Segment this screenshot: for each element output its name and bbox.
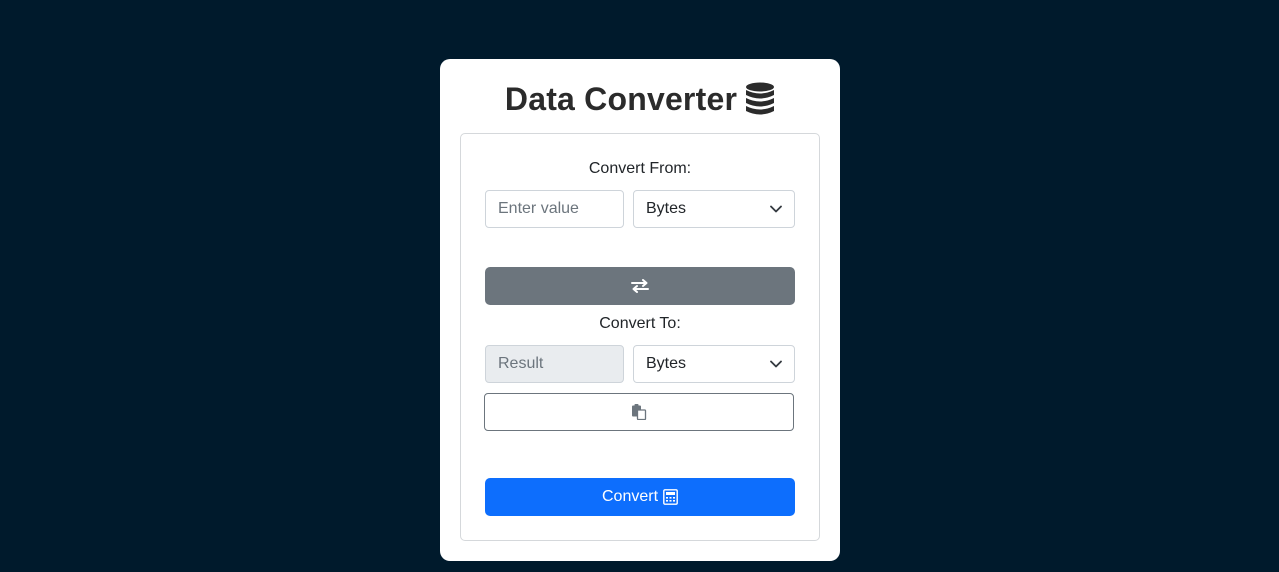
from-unit-selected: Bytes: [646, 200, 687, 217]
copy-result-button[interactable]: [484, 393, 794, 431]
convert-to-label: Convert To:: [599, 315, 681, 332]
from-value-input[interactable]: [485, 190, 624, 228]
calculator-icon: [663, 489, 678, 505]
page-title: Data Converter: [440, 79, 840, 119]
chevron-down-icon: [770, 360, 782, 368]
converter-panel: Convert From: Bytes Convert To: Bytes: [460, 133, 820, 541]
clipboard-copy-icon: [632, 404, 647, 420]
chevron-down-icon: [770, 205, 782, 213]
result-field[interactable]: [485, 345, 624, 383]
to-unit-select[interactable]: Bytes: [633, 345, 795, 383]
to-unit-selected: Bytes: [646, 355, 687, 372]
swap-arrows-icon: [631, 279, 649, 293]
convert-from-label: Convert From:: [588, 160, 692, 177]
page-title-text: Data Converter: [504, 80, 738, 117]
from-unit-select[interactable]: Bytes: [633, 190, 795, 228]
swap-units-button[interactable]: [485, 267, 795, 305]
convert-button[interactable]: Convert: [485, 478, 795, 516]
converter-card: Data Converter Convert From: Bytes Conve…: [440, 59, 840, 561]
database-icon: [746, 82, 775, 115]
convert-button-label: Convert: [601, 488, 659, 505]
